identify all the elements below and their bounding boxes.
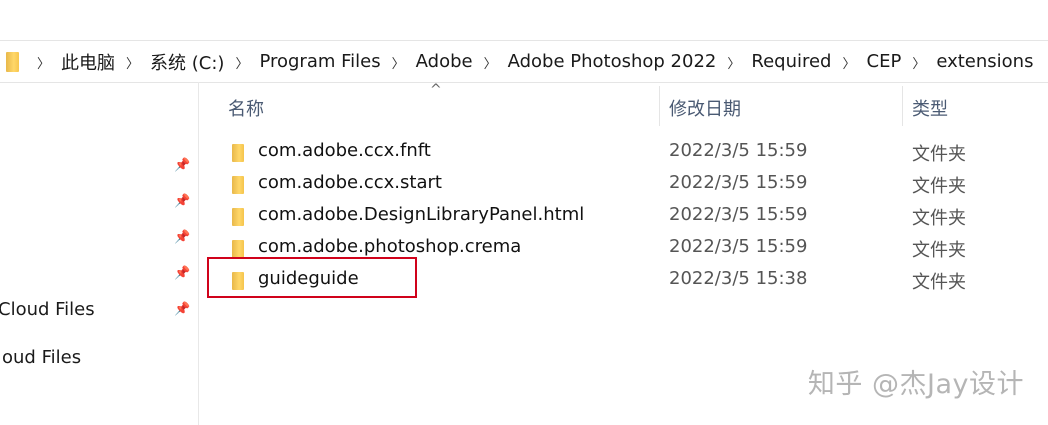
breadcrumb-this-pc[interactable]: 此电脑: [61, 47, 115, 77]
file-name: com.adobe.ccx.start: [258, 172, 442, 193]
pin-icon[interactable]: 📌: [174, 194, 190, 210]
file-date: 2022/3/5 15:59: [669, 204, 808, 225]
address-bar[interactable]: 〉 此电脑 〉 系统 (C:) 〉 Program Files 〉 Adobe …: [0, 40, 1048, 83]
pin-icon[interactable]: 📌: [174, 230, 190, 246]
breadcrumb-system-c[interactable]: 系统 (C:): [150, 47, 224, 77]
nav-item-cloud-files[interactable]: Cloud Files: [0, 299, 95, 320]
file-name: com.adobe.ccx.fnft: [258, 140, 431, 161]
nav-item-cloud-files-2[interactable]: oud Files: [2, 347, 81, 368]
file-type: 文件夹: [912, 144, 966, 165]
file-type: 文件夹: [912, 176, 966, 197]
file-name: com.adobe.photoshop.crema: [258, 236, 522, 257]
file-row[interactable]: com.adobe.ccx.start 2022/3/5 15:59 文件夹: [220, 168, 1048, 200]
column-header-date[interactable]: 修改日期: [669, 88, 741, 128]
folder-icon: [232, 208, 246, 226]
highlight-annotation: [207, 257, 417, 298]
folder-icon: [232, 176, 246, 194]
breadcrumb-required[interactable]: Required: [751, 49, 831, 74]
breadcrumb-program-files[interactable]: Program Files: [259, 49, 380, 74]
breadcrumb-adobe[interactable]: Adobe: [416, 49, 473, 74]
file-row[interactable]: com.adobe.ccx.fnft 2022/3/5 15:59 文件夹: [220, 136, 1048, 168]
file-name: com.adobe.DesignLibraryPanel.html: [258, 204, 585, 225]
file-date: 2022/3/5 15:59: [669, 236, 808, 257]
file-date: 2022/3/5 15:59: [669, 172, 808, 193]
breadcrumb: 〉 此电脑 〉 系统 (C:) 〉 Program Files 〉 Adobe …: [26, 47, 1033, 77]
file-type: 文件夹: [912, 208, 966, 229]
column-divider[interactable]: [659, 86, 660, 126]
sort-ascending-icon: ^: [430, 82, 442, 98]
breadcrumb-photoshop[interactable]: Adobe Photoshop 2022: [508, 49, 717, 74]
chevron-right-icon[interactable]: 〉: [235, 53, 248, 72]
pin-icon[interactable]: 📌: [174, 266, 190, 282]
column-header-name[interactable]: 名称: [228, 88, 264, 128]
chevron-right-icon[interactable]: 〉: [727, 53, 740, 72]
file-row[interactable]: com.adobe.DesignLibraryPanel.html 2022/3…: [220, 200, 1048, 232]
folder-icon: [6, 51, 20, 72]
column-divider[interactable]: [902, 86, 903, 126]
chevron-right-icon[interactable]: 〉: [37, 53, 50, 72]
breadcrumb-cep[interactable]: CEP: [867, 49, 902, 74]
chevron-right-icon[interactable]: 〉: [392, 53, 405, 72]
pin-icon[interactable]: 📌: [174, 302, 190, 318]
navigation-pane: 📌 📌 📌 📌 📌 Cloud Files oud Files: [0, 82, 199, 425]
breadcrumb-extensions[interactable]: extensions: [936, 49, 1033, 74]
chevron-right-icon[interactable]: 〉: [484, 53, 497, 72]
file-type: 文件夹: [912, 240, 966, 261]
pin-icon[interactable]: 📌: [174, 158, 190, 174]
file-type: 文件夹: [912, 272, 966, 293]
folder-icon: [232, 240, 246, 258]
folder-icon: [232, 144, 246, 162]
column-header-type[interactable]: 类型: [912, 88, 948, 128]
file-date: 2022/3/5 15:59: [669, 140, 808, 161]
file-date: 2022/3/5 15:38: [669, 268, 808, 289]
chevron-right-icon[interactable]: 〉: [912, 53, 925, 72]
chevron-right-icon[interactable]: 〉: [126, 53, 139, 72]
chevron-right-icon[interactable]: 〉: [843, 53, 856, 72]
watermark: 知乎 @杰Jay设计: [807, 369, 1024, 400]
